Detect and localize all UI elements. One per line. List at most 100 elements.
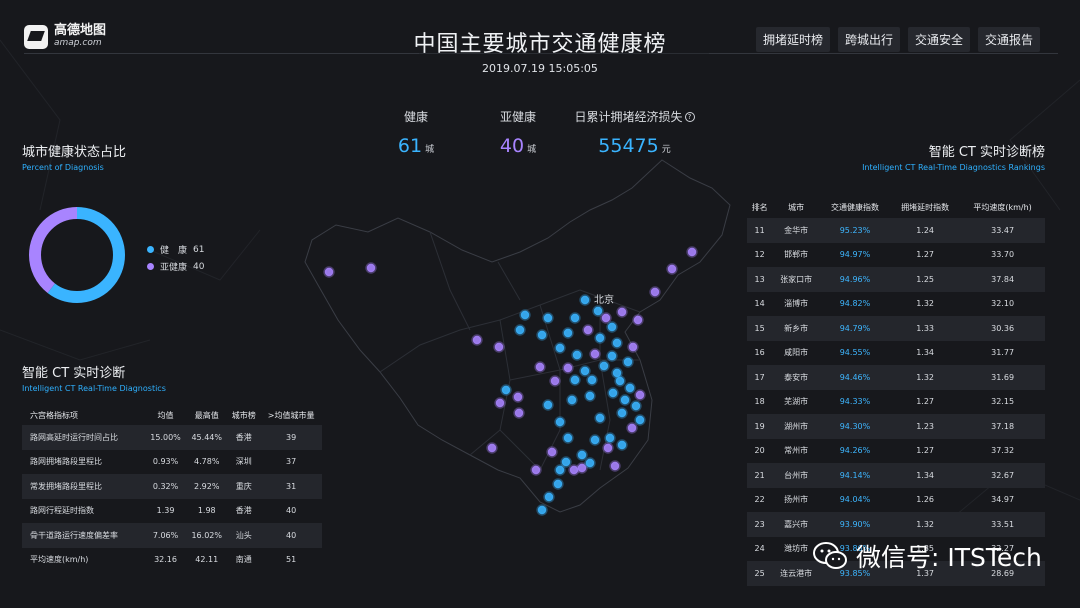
city-marker[interactable] (576, 449, 588, 461)
rank-table-row[interactable]: 18 芜湖市 94.33% 1.27 32.15 (747, 390, 1045, 415)
city-marker[interactable] (622, 356, 634, 368)
city-marker[interactable] (514, 324, 526, 336)
city-marker[interactable] (600, 312, 612, 324)
rank-table-row[interactable]: 12 邯郸市 94.97% 1.27 33.70 (747, 243, 1045, 268)
city-marker[interactable] (619, 394, 631, 406)
diag-table-row[interactable]: 常发拥堵路段里程比 0.32% 2.92% 重庆 31 (22, 474, 322, 499)
city-marker[interactable] (589, 348, 601, 360)
rank-health-index: 94.33% (839, 397, 871, 407)
donut-title: 城市健康状态占比 (22, 145, 127, 160)
city-marker[interactable] (582, 324, 594, 336)
rank-avg-speed: 31.69 (960, 365, 1045, 390)
city-marker[interactable] (542, 399, 554, 411)
rank-table-row[interactable]: 22 扬州市 94.04% 1.26 34.97 (747, 488, 1045, 513)
city-marker[interactable] (536, 504, 548, 516)
city-marker[interactable] (549, 375, 561, 387)
city-marker[interactable] (579, 294, 591, 306)
city-marker[interactable] (616, 306, 628, 318)
city-marker[interactable] (543, 491, 555, 503)
rank-table-row[interactable]: 17 泰安市 94.46% 1.32 31.69 (747, 365, 1045, 390)
diag-table-row[interactable]: 路网高延时运行时间占比 15.00% 45.44% 香港 39 (22, 425, 322, 450)
city-marker[interactable] (686, 246, 698, 258)
city-marker[interactable] (606, 321, 618, 333)
rank-table-row[interactable]: 13 张家口市 94.96% 1.25 37.84 (747, 267, 1045, 292)
city-marker[interactable] (569, 374, 581, 386)
city-marker[interactable] (562, 362, 574, 374)
city-marker[interactable] (594, 332, 606, 344)
question-circle-icon[interactable]: ? (684, 112, 695, 122)
city-marker[interactable] (562, 327, 574, 339)
city-marker[interactable] (584, 457, 596, 469)
city-marker[interactable] (554, 464, 566, 476)
city-marker[interactable] (604, 432, 616, 444)
city-marker[interactable] (632, 314, 644, 326)
rank-city: 芜湖市 (784, 397, 809, 407)
diag-table-row[interactable]: 路网拥堵路段里程比 0.93% 4.78% 深圳 37 (22, 450, 322, 475)
city-marker[interactable] (602, 442, 614, 454)
city-marker[interactable] (486, 442, 498, 454)
diag-table-row[interactable]: 路网行程延时指数 1.39 1.98 香港 40 (22, 499, 322, 524)
city-marker[interactable] (606, 350, 618, 362)
city-marker[interactable] (500, 384, 512, 396)
city-marker[interactable] (534, 361, 546, 373)
diag-top-city: 香港 (235, 506, 252, 516)
health-donut-chart[interactable] (28, 206, 126, 304)
rank-delay-index: 1.34 (890, 463, 961, 488)
rank-table-row[interactable]: 15 新乡市 94.79% 1.33 30.36 (747, 316, 1045, 341)
city-marker[interactable] (562, 432, 574, 444)
city-marker[interactable] (365, 262, 377, 274)
city-marker[interactable] (584, 390, 596, 402)
city-marker[interactable] (594, 412, 606, 424)
city-marker[interactable] (634, 389, 646, 401)
city-marker[interactable] (554, 342, 566, 354)
city-marker[interactable] (634, 414, 646, 426)
city-marker[interactable] (589, 434, 601, 446)
city-marker[interactable] (494, 397, 506, 409)
city-marker[interactable] (519, 309, 531, 321)
rank-table-row[interactable]: 16 咸阳市 94.55% 1.34 31.77 (747, 341, 1045, 366)
rank-table-row[interactable]: 19 湖州市 94.30% 1.23 37.18 (747, 414, 1045, 439)
diag-max: 42.11 (195, 555, 219, 565)
legend-healthy[interactable]: 健 康 61 (147, 243, 204, 256)
city-marker[interactable] (616, 439, 628, 451)
rank-table-row[interactable]: 23 嘉兴市 93.90% 1.32 33.51 (747, 512, 1045, 537)
city-marker[interactable] (609, 460, 621, 472)
city-marker[interactable] (530, 464, 542, 476)
legend-subhealthy-value: 40 (193, 261, 205, 272)
city-marker[interactable] (579, 365, 591, 377)
city-marker[interactable] (666, 263, 678, 275)
city-marker[interactable] (624, 382, 636, 394)
legend-subhealthy[interactable]: 亚健康 40 (147, 260, 204, 273)
city-marker[interactable] (569, 312, 581, 324)
city-marker[interactable] (626, 422, 638, 434)
city-marker[interactable] (607, 387, 619, 399)
city-marker[interactable] (471, 334, 483, 346)
diag-table-row[interactable]: 骨干道路运行速度偏差率 7.06% 16.02% 汕头 40 (22, 523, 322, 548)
city-marker[interactable] (586, 374, 598, 386)
city-marker[interactable] (592, 305, 604, 317)
city-marker[interactable] (616, 407, 628, 419)
city-marker[interactable] (513, 407, 525, 419)
city-marker[interactable] (542, 312, 554, 324)
city-marker[interactable] (598, 360, 610, 372)
city-marker[interactable] (627, 341, 639, 353)
city-marker[interactable] (649, 286, 661, 298)
city-marker[interactable] (493, 341, 505, 353)
city-marker[interactable] (630, 400, 642, 412)
city-marker[interactable] (614, 375, 626, 387)
city-marker[interactable] (566, 394, 578, 406)
city-marker[interactable] (571, 349, 583, 361)
city-marker[interactable] (323, 266, 335, 278)
city-marker[interactable] (611, 337, 623, 349)
rank-table-row[interactable]: 20 常州市 94.26% 1.27 37.32 (747, 439, 1045, 464)
diag-table-row[interactable]: 平均速度(km/h) 32.16 42.11 南通 51 (22, 548, 322, 573)
rank-table-row[interactable]: 21 台州市 94.14% 1.34 32.67 (747, 463, 1045, 488)
city-marker[interactable] (554, 416, 566, 428)
city-marker[interactable] (512, 391, 524, 403)
rank-table-row[interactable]: 14 淄博市 94.82% 1.32 32.10 (747, 292, 1045, 317)
city-marker[interactable] (552, 478, 564, 490)
city-marker[interactable] (560, 456, 572, 468)
city-marker[interactable] (536, 329, 548, 341)
city-marker[interactable] (546, 446, 558, 458)
rank-table-row[interactable]: 11 金华市 95.23% 1.24 33.47 (747, 218, 1045, 243)
